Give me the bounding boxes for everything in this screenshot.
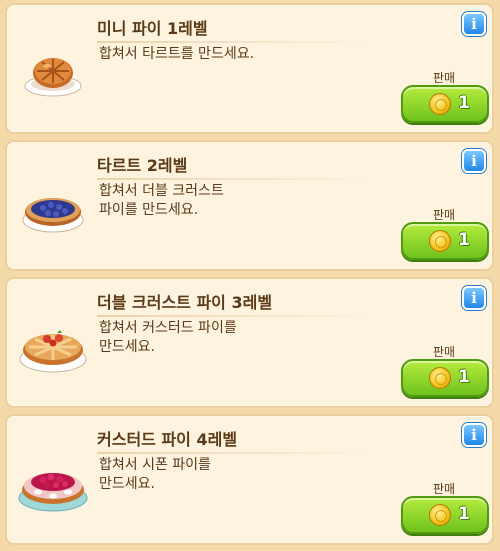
sell-label: 판매	[433, 482, 456, 496]
sell-price: 1	[458, 230, 470, 250]
mini-pie-icon	[24, 58, 82, 97]
item-title: 커스터드 파이 4레벨	[97, 430, 238, 449]
sell-button[interactable]: 1	[401, 496, 489, 534]
divider	[97, 315, 377, 317]
info-icon: i	[471, 15, 477, 33]
sell-label: 판매	[433, 71, 456, 85]
info-icon: i	[471, 426, 477, 444]
custard-pie-icon	[18, 473, 88, 512]
divider	[97, 41, 377, 43]
item-title: 더블 크러스트 파이 3레벨	[97, 293, 273, 312]
sell-price: 1	[458, 93, 470, 113]
item-card: 더블 크러스트 파이 3레벨 합쳐서 커스터드 파이를 만드세요. i 판매 1	[5, 277, 494, 408]
item-description: 합쳐서 더블 크러스트 파이를 만드세요.	[99, 183, 224, 218]
divider	[97, 452, 377, 454]
sell-price: 1	[458, 504, 470, 524]
blueberry-tart-icon	[22, 198, 84, 233]
sell-label: 판매	[433, 208, 456, 222]
sell-button[interactable]: 1	[401, 85, 489, 123]
item-card: 커스터드 파이 4레벨 합쳐서 시폰 파이를 만드세요. i 판매 1	[5, 414, 494, 545]
coin-icon	[429, 230, 451, 252]
item-title: 타르트 2레벨	[97, 156, 188, 175]
item-list: 미니 파이 1레벨 합쳐서 타르트를 만드세요. i 판매 1 타르트 2레벨 …	[0, 0, 500, 551]
double-crust-pie-icon	[19, 330, 87, 373]
item-description: 합쳐서 타르트를 만드세요.	[99, 46, 255, 62]
item-card: 타르트 2레벨 합쳐서 더블 크러스트 파이를 만드세요. i 판매 1	[5, 140, 494, 271]
info-icon: i	[471, 289, 477, 307]
divider	[97, 178, 377, 180]
info-icon: i	[471, 152, 477, 170]
item-title: 미니 파이 1레벨	[97, 19, 208, 38]
item-card: 미니 파이 1레벨 합쳐서 타르트를 만드세요. i 판매 1	[5, 3, 494, 134]
info-button[interactable]: i	[462, 423, 486, 447]
coin-icon	[429, 504, 451, 526]
info-button[interactable]: i	[462, 286, 486, 310]
item-description: 합쳐서 커스터드 파이를 만드세요.	[99, 320, 237, 355]
info-button[interactable]: i	[462, 12, 486, 36]
sell-button[interactable]: 1	[401, 359, 489, 397]
sell-label: 판매	[433, 345, 456, 359]
item-description: 합쳐서 시폰 파이를 만드세요.	[99, 457, 211, 492]
sell-price: 1	[458, 367, 470, 387]
coin-icon	[429, 367, 451, 389]
info-button[interactable]: i	[462, 149, 486, 173]
coin-icon	[429, 93, 451, 115]
sell-button[interactable]: 1	[401, 222, 489, 260]
